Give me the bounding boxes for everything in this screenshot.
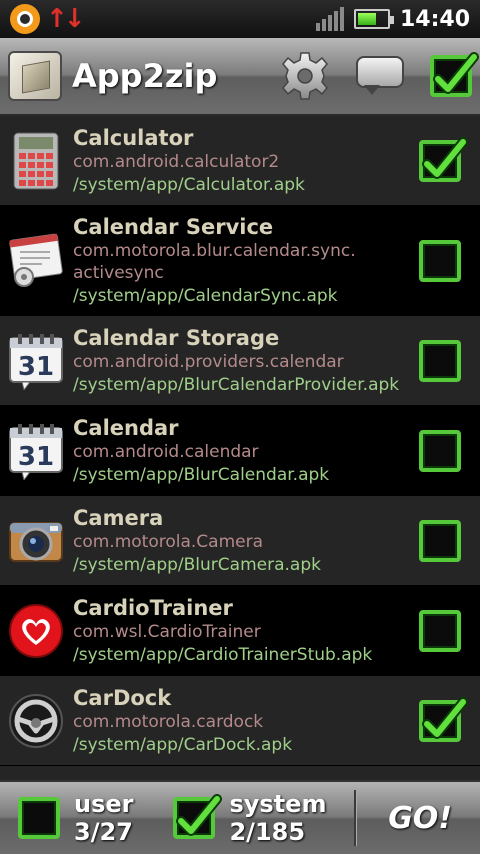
app-checkbox[interactable] [419,239,461,282]
app-checkbox[interactable] [419,696,468,742]
sync-notification-icon [10,4,40,34]
app-package: com.android.providers.calendar [73,351,344,372]
app-package: com.motorola.cardock [73,711,264,732]
battery-icon [353,9,394,29]
app-logo-box-icon [8,51,62,101]
list-item[interactable]: 31 Calendar Storage com.android.provider… [0,316,480,406]
camera-icon [9,521,63,562]
list-item[interactable]: Calendar Service com.motorola.blur.calen… [0,206,480,316]
notification-area[interactable]: ↑↓ [10,4,86,34]
user-filter-label: user [74,790,134,818]
app-path: /system/app/Calculator.apk [73,174,305,195]
system-filter-checkbox[interactable] [173,794,223,839]
steering-wheel-icon [9,693,63,748]
app-path: /system/app/CalendarSync.apk [73,285,338,306]
app-package: com.android.calendar [73,441,259,462]
gear-icon[interactable] [278,49,332,103]
heart-icon [9,603,63,658]
app-name: CardioTrainer [73,595,233,620]
calendar-icon: 31 [9,333,63,390]
status-bar: ↑↓ 14:40 [0,0,480,38]
svg-text:31: 31 [18,352,54,382]
select-all-checkbox[interactable] [430,52,479,97]
svg-text:31: 31 [18,442,54,472]
signal-icon [315,7,344,31]
app-name: Calendar Storage [73,325,280,350]
status-time: 14:40 [399,6,470,32]
list-item[interactable]: 31 Calendar com.android.calendar /system… [0,406,480,496]
app-package-continued: activesync [73,262,164,283]
calendar-icon: 31 [9,423,63,480]
app-checkbox[interactable] [419,429,461,472]
app-header: App2zip [0,38,480,116]
app-list[interactable]: Calculator com.android.calculator2 /syst… [0,116,480,780]
app-path: /system/app/BlurCamera.apk [73,554,321,575]
go-button[interactable]: GO! [388,801,462,836]
user-filter-checkbox[interactable] [18,797,60,839]
app-name: Camera [73,505,164,530]
list-item[interactable]: Calculator com.android.calculator2 /syst… [0,116,480,206]
list-item-partial[interactable] [0,766,480,780]
app-name: Calculator [73,125,194,150]
app-path: /system/app/BlurCalendarProvider.apk [73,374,400,395]
list-item[interactable]: Camera com.motorola.Camera /system/app/B… [0,496,480,586]
app-name: Calendar [73,415,179,440]
app-package: com.android.calculator2 [73,151,280,172]
app-package: com.motorola.blur.calendar.sync. [73,240,356,261]
system-filter-label: system [229,790,327,818]
calculator-icon [13,132,59,189]
app-name: CarDock [73,685,172,710]
app-package: com.wsl.CardioTrainer [73,621,261,642]
app-checkbox[interactable] [419,609,461,652]
system-filter[interactable]: system 2/185 [173,790,326,846]
chat-icon[interactable] [354,52,408,100]
divider [354,790,357,846]
app-path: /system/app/CarDock.apk [73,734,293,755]
app-checkbox[interactable] [419,519,461,562]
app-checkbox[interactable] [419,339,461,382]
list-item[interactable]: CarDock com.motorola.cardock /system/app… [0,676,480,766]
app-path: /system/app/BlurCalendar.apk [73,464,330,485]
data-transfer-icon: ↑↓ [46,4,86,34]
app-title: App2zip [72,57,218,95]
system-filter-count: 2/185 [229,818,306,846]
user-filter[interactable]: user 3/27 [18,790,133,846]
app-package: com.motorola.Camera [73,531,264,552]
settings-window-icon [9,233,63,287]
list-item[interactable]: CardioTrainer com.wsl.CardioTrainer /sys… [0,586,480,676]
app-path: /system/app/CardioTrainerStub.apk [73,644,373,665]
app-name: Calendar Service [73,214,274,239]
user-filter-count: 3/27 [74,818,133,846]
app-checkbox[interactable] [419,136,468,182]
bottom-bar: user 3/27 system 2/185 GO! [0,780,480,854]
